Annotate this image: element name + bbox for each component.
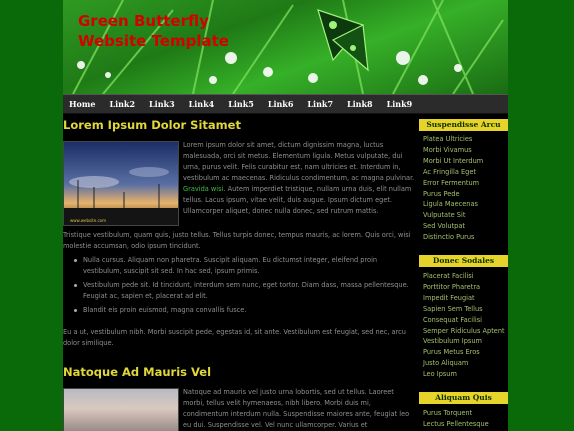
nav-link7[interactable]: Link7 <box>307 99 333 109</box>
sidebar-link[interactable]: Morbi Ut Interdum <box>423 156 508 167</box>
sidebar-heading: Aliquam Quis <box>419 392 508 404</box>
sidebar-link[interactable]: Consequat Facilisi <box>423 315 508 326</box>
sidebar-link[interactable]: Semper Ridiculus Aptent <box>423 326 508 337</box>
sidebar-link[interactable]: Distinctio Purus <box>423 232 508 243</box>
site-title: Green Butterfly Website Template <box>78 12 229 50</box>
post-image: www.website.com <box>63 141 179 226</box>
nav-link4[interactable]: Link4 <box>189 99 215 109</box>
sidebar-link[interactable]: Justo Aliquam <box>423 358 508 369</box>
post-intro: Natoque ad mauris vel justo urna loborti… <box>183 388 410 429</box>
sidebar-link[interactable]: Morbi Vivamus <box>423 145 508 156</box>
sidebar-link[interactable]: Ac Fringilla Eget <box>423 167 508 178</box>
sidebar-link[interactable]: Ligula Maecenas <box>423 199 508 210</box>
sidebar-link[interactable]: Vestibulum Ipsum <box>423 336 508 347</box>
nav-home[interactable]: Home <box>69 99 95 109</box>
post-title[interactable]: Natoque Ad Mauris Vel <box>63 365 211 379</box>
sidebar-link[interactable]: Leo Ipsum <box>423 369 508 380</box>
sidebar-link[interactable]: Purus Metus Eros <box>423 347 508 358</box>
nav-link5[interactable]: Link5 <box>228 99 254 109</box>
sidebar-link[interactable]: Impedit Feugiat <box>423 293 508 304</box>
image-caption: www.website.com <box>70 218 106 223</box>
post-paragraph: Tristique vestibulum, quam quis, justo t… <box>63 231 411 250</box>
list-item: Nulla cursus. Aliquam non pharetra. Susc… <box>63 255 417 277</box>
sidebar-heading: Donec Sodales <box>419 255 508 267</box>
page-wrapper: Green Butterfly Website Template Home Li… <box>63 0 508 431</box>
list-item: Vestibulum pede sit. Id tincidunt, inter… <box>63 280 417 302</box>
sidebar-link[interactable]: Sapien Sem Tellus <box>423 304 508 315</box>
post-intro: Lorem ipsum dolor sit amet, dictum digni… <box>183 140 415 217</box>
sidebar-link[interactable]: Purus Pede <box>423 189 508 200</box>
sidebar-link[interactable]: Purus Torquent <box>423 408 508 419</box>
butterfly-icon <box>317 9 369 72</box>
main-nav: Home Link2 Link3 Link4 Link5 Link6 Link7… <box>63 94 508 114</box>
post-paragraph: Eu a ut, vestibulum nibh. Morbi suscipit… <box>63 328 406 347</box>
sidebar-heading: Suspendisse Arcu <box>419 119 508 131</box>
post-bullet-list: Nulla cursus. Aliquam non pharetra. Susc… <box>63 255 417 319</box>
sidebar-list: Placerat Facilisi Porttitor Pharetra Imp… <box>423 271 508 380</box>
sidebar-link[interactable]: Porttitor Pharetra <box>423 282 508 293</box>
sidebar-link[interactable]: Lectus Pellentesque <box>423 419 508 430</box>
sidebar-list: Purus Torquent Lectus Pellentesque <box>423 408 508 430</box>
post-title[interactable]: Lorem Ipsum Dolor Sitamet <box>63 118 241 132</box>
header-banner: Green Butterfly Website Template <box>63 0 508 94</box>
nav-link3[interactable]: Link3 <box>149 99 175 109</box>
sidebar-link[interactable]: Platea Ultricies <box>423 134 508 145</box>
sidebar-list: Platea Ultricies Morbi Vivamus Morbi Ut … <box>423 134 508 243</box>
nav-link9[interactable]: Link9 <box>387 99 413 109</box>
sidebar-link[interactable]: Placerat Facilisi <box>423 271 508 282</box>
nav-link2[interactable]: Link2 <box>109 99 135 109</box>
intro-text: Lorem ipsum dolor sit amet, dictum digni… <box>183 141 415 182</box>
post-image <box>63 388 179 431</box>
intro-link[interactable]: Gravida wisi <box>183 185 223 193</box>
sidebar-link[interactable]: Sed Volutpat <box>423 221 508 232</box>
sidebar-link[interactable]: Error Fermentum <box>423 178 508 189</box>
sunset-photo: www.website.com <box>64 142 178 225</box>
sidebar-link[interactable]: Vulputate Sit <box>423 210 508 221</box>
nav-link8[interactable]: Link8 <box>347 99 373 109</box>
list-item: Blandit eis proin euismod, magna convall… <box>63 305 417 316</box>
nav-link6[interactable]: Link6 <box>268 99 294 109</box>
